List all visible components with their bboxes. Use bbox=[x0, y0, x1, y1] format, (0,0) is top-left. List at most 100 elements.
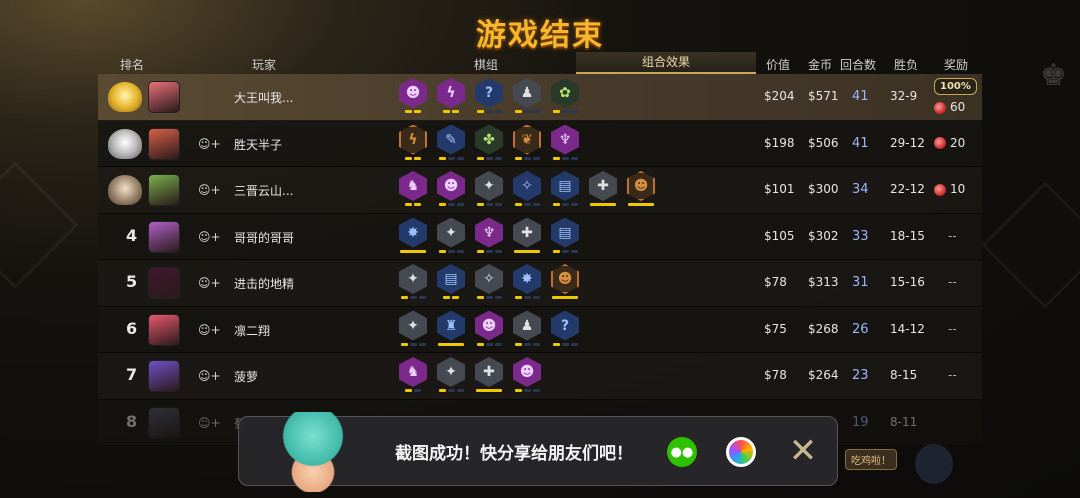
avatar[interactable] bbox=[148, 220, 180, 253]
table-row[interactable]: 5 ☺+ 进击的地精 ✦ ▤ ✧ ✸ ☻ $78 $313 31 15-16 -- bbox=[98, 260, 982, 307]
trait-level-pips bbox=[438, 249, 464, 254]
rounds-cell: 34 bbox=[852, 182, 869, 197]
avatar[interactable] bbox=[148, 406, 180, 439]
trait-level-bar bbox=[400, 249, 426, 253]
trait-icon: ✦ bbox=[437, 357, 465, 387]
add-friend-icon[interactable]: ☺+ bbox=[198, 183, 221, 197]
add-friend-icon[interactable]: ☺+ bbox=[198, 137, 221, 151]
trait-icon: ☻ bbox=[399, 78, 427, 108]
win-loss-cell: 14-12 bbox=[890, 321, 925, 336]
table-row[interactable]: 大王叫我... ☻ ϟ ? ♟ ✿ $204 $571 41 32-9 100% 60 bbox=[98, 74, 982, 121]
add-friend-icon[interactable]: ☺+ bbox=[198, 323, 221, 337]
trait-item[interactable]: ♆ bbox=[550, 124, 580, 161]
trait-level-pips bbox=[405, 203, 421, 207]
trait-item[interactable]: ☻ bbox=[626, 171, 656, 207]
avatar[interactable] bbox=[148, 127, 180, 160]
trait-item[interactable]: ? bbox=[474, 78, 504, 114]
trait-icon: ♆ bbox=[551, 124, 579, 155]
reward-cell: 10 bbox=[934, 182, 965, 196]
trait-item[interactable]: ✸ bbox=[512, 264, 542, 300]
trait-item[interactable]: ✦ bbox=[474, 171, 504, 207]
tab-combo-effect[interactable]: 组合效果 bbox=[576, 52, 756, 74]
reward-percent-badge: 100% bbox=[934, 78, 977, 95]
trait-item[interactable]: ✧ bbox=[512, 171, 542, 207]
trait-level-pips bbox=[514, 203, 540, 207]
candy-icon bbox=[934, 183, 946, 196]
trait-icon: ✿ bbox=[551, 78, 579, 108]
table-row[interactable]: 6 ☺+ 凛二翔 ✦ ♜ ☻ ♟ ? $75 $268 26 14-12 -- bbox=[98, 306, 982, 353]
candy-icon bbox=[934, 137, 946, 149]
avatar[interactable] bbox=[148, 360, 180, 392]
page-title: 游戏结束 bbox=[476, 18, 604, 53]
trait-list: ϟ ✎ ✤ ❦ ♆ bbox=[398, 124, 580, 161]
win-loss-cell: 32-9 bbox=[890, 89, 918, 103]
trait-icon: ☻ bbox=[475, 310, 503, 341]
table-row[interactable]: ☺+ 胜天半子 ϟ ✎ ✤ ❦ ♆ $198 $506 41 29-12 20 bbox=[98, 120, 982, 167]
trait-item[interactable]: ♞ bbox=[398, 357, 428, 393]
add-friend-icon[interactable]: ☺+ bbox=[198, 230, 221, 244]
player-name: 胜天半子 bbox=[234, 137, 283, 152]
trait-item[interactable]: ☻ bbox=[398, 78, 428, 114]
trait-item[interactable]: ♟ bbox=[512, 310, 542, 347]
trait-item[interactable]: ✎ bbox=[436, 124, 466, 161]
trait-item[interactable]: ☻ bbox=[512, 357, 542, 393]
avatar[interactable] bbox=[148, 313, 180, 346]
trait-item[interactable]: ✧ bbox=[474, 264, 504, 300]
trait-item[interactable]: ▤ bbox=[550, 171, 580, 207]
trait-item[interactable]: ϟ bbox=[436, 78, 466, 114]
trait-item[interactable]: ♆ bbox=[474, 217, 504, 254]
trait-item[interactable]: ▤ bbox=[436, 264, 466, 300]
rank-medal-icon bbox=[108, 175, 142, 205]
trait-item[interactable]: ♟ bbox=[512, 78, 542, 114]
trait-item[interactable]: ✦ bbox=[436, 357, 466, 393]
trait-item[interactable]: ✦ bbox=[436, 217, 466, 254]
trait-icon: ☻ bbox=[437, 171, 465, 201]
moments-icon[interactable] bbox=[726, 437, 756, 467]
close-icon[interactable]: ✕ bbox=[786, 434, 820, 470]
trait-item[interactable]: ? bbox=[550, 310, 580, 347]
trait-item[interactable]: ✦ bbox=[398, 264, 428, 300]
trait-item[interactable]: ϟ bbox=[398, 124, 428, 161]
rank-number: 7 bbox=[126, 365, 138, 384]
reward-cell: -- bbox=[948, 321, 957, 336]
trait-icon: ✦ bbox=[399, 264, 427, 294]
trait-item[interactable]: ☻ bbox=[436, 171, 466, 207]
rank-number: 6 bbox=[126, 318, 138, 338]
win-loss-cell: 29-12 bbox=[890, 135, 925, 150]
trait-level-pips bbox=[405, 110, 421, 114]
trait-item[interactable]: ✦ bbox=[398, 310, 428, 347]
table-row[interactable]: 7 ☺+ 菠萝 ♞ ✦ ✚ ☻ $78 $264 23 8-15 -- bbox=[98, 353, 982, 400]
trait-item[interactable]: ✤ bbox=[474, 124, 504, 161]
add-friend-icon[interactable]: ☺+ bbox=[198, 276, 221, 290]
trait-item[interactable]: ☻ bbox=[550, 264, 580, 300]
share-button-ghost[interactable] bbox=[915, 444, 953, 484]
trait-item[interactable]: ✚ bbox=[512, 217, 542, 254]
trait-item[interactable]: ✿ bbox=[550, 78, 580, 114]
trait-icon: ♟ bbox=[513, 310, 541, 341]
trait-item[interactable]: ✚ bbox=[588, 171, 618, 207]
trait-list: ♞ ✦ ✚ ☻ bbox=[398, 357, 542, 393]
gold-cell: $302 bbox=[808, 228, 839, 243]
add-friend-icon[interactable]: ☺+ bbox=[198, 416, 221, 430]
trait-item[interactable]: ♞ bbox=[398, 171, 428, 207]
trait-level-bar bbox=[438, 342, 464, 346]
rank-medal-icon bbox=[108, 128, 142, 159]
avatar[interactable] bbox=[148, 267, 180, 299]
trait-level-pips bbox=[552, 342, 578, 347]
trait-item[interactable]: ▤ bbox=[550, 217, 580, 254]
trait-item[interactable]: ✚ bbox=[474, 357, 504, 393]
trait-item[interactable]: ✸ bbox=[398, 217, 428, 254]
value-cell: $101 bbox=[764, 182, 795, 196]
avatar[interactable] bbox=[148, 81, 180, 113]
trait-icon: ✧ bbox=[475, 264, 503, 294]
header-value: 价值 bbox=[766, 58, 791, 72]
trait-item[interactable]: ☻ bbox=[474, 310, 504, 347]
table-row[interactable]: ☺+ 三晋云山... ♞ ☻ ✦ ✧ ▤ ✚ ☻ $101 $300 34 22-12 1… bbox=[98, 167, 982, 214]
trait-item[interactable]: ♜ bbox=[436, 310, 466, 347]
avatar[interactable] bbox=[148, 174, 180, 206]
add-friend-icon[interactable]: ☺+ bbox=[198, 369, 221, 383]
trait-item[interactable]: ❦ bbox=[512, 124, 542, 161]
trait-list: ✦ ♜ ☻ ♟ ? bbox=[398, 310, 580, 347]
table-row[interactable]: 4 ☺+ 哥哥的哥哥 ✸ ✦ ♆ ✚ ▤ $105 $302 33 18-15 -- bbox=[98, 213, 982, 260]
wechat-icon[interactable]: ●● bbox=[667, 437, 697, 467]
